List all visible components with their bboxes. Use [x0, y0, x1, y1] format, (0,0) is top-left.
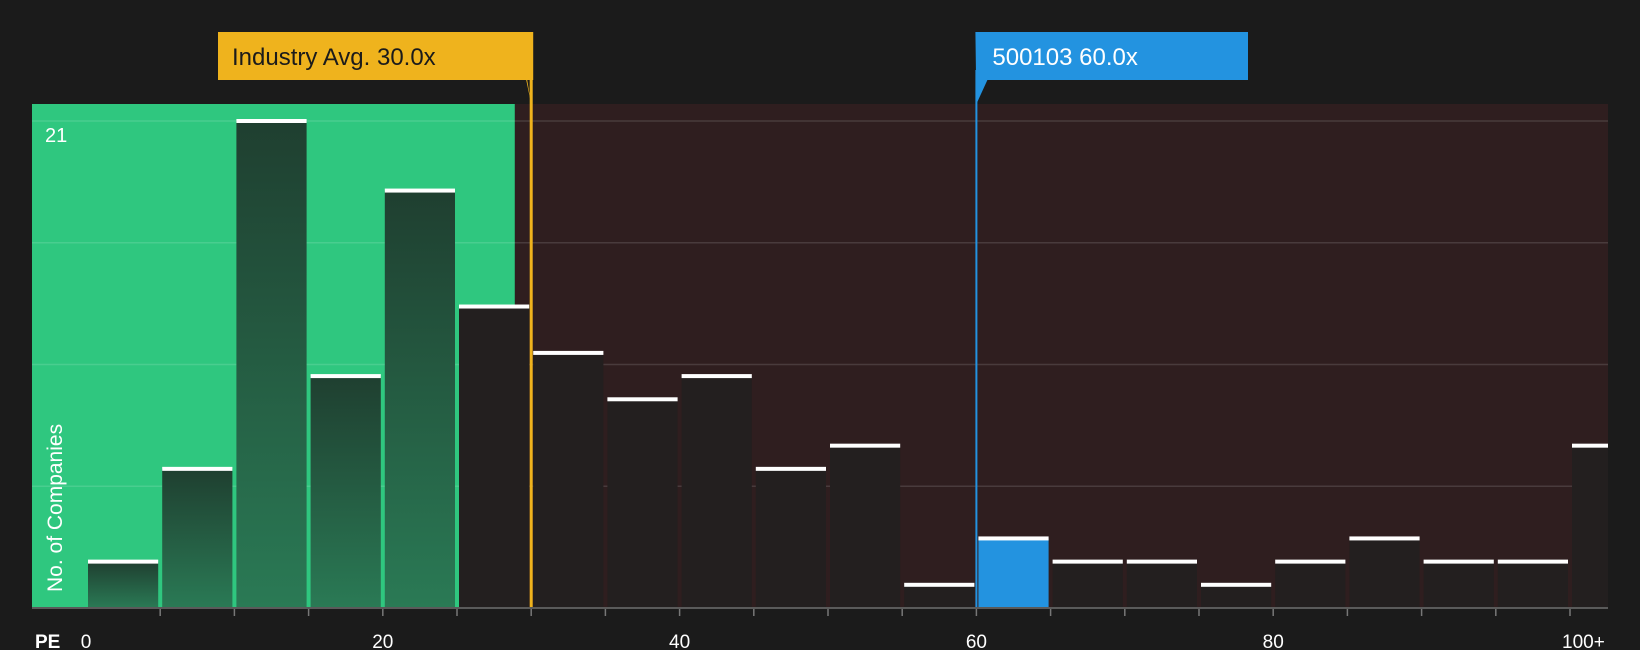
- histogram-bar: [607, 399, 678, 608]
- histogram-bar-cap: [236, 119, 307, 123]
- histogram-bar-cap: [681, 374, 752, 379]
- histogram-bar: [1201, 584, 1272, 608]
- histogram-bar: [1572, 445, 1608, 608]
- histogram-bar: [755, 468, 826, 608]
- histogram-bar-cap: [384, 188, 455, 193]
- histogram-bar: [1126, 561, 1197, 608]
- histogram-bar: [978, 538, 1049, 608]
- x-tick-label: 40: [669, 632, 690, 650]
- histogram-bar: [904, 584, 975, 608]
- histogram-bar: [310, 376, 381, 608]
- histogram-bar: [459, 306, 530, 608]
- histogram-bar-cap: [1275, 559, 1346, 564]
- histogram-bar: [830, 445, 901, 608]
- histogram-bar: [1052, 561, 1123, 608]
- histogram-bar-cap: [1201, 582, 1272, 587]
- histogram-bar-cap: [755, 466, 826, 471]
- histogram-bar-cap: [904, 582, 975, 587]
- x-tick-label: 60: [966, 632, 987, 650]
- histogram-bar: [1349, 538, 1420, 608]
- x-tick-label: 80: [1263, 632, 1284, 650]
- x-tick-label: 100+: [1562, 632, 1605, 650]
- histogram-bar-cap: [88, 559, 159, 564]
- histogram-bar-cap: [830, 443, 901, 448]
- histogram-bar: [236, 121, 307, 608]
- x-axis-label: PE: [35, 632, 60, 650]
- histogram-bar-cap: [978, 536, 1049, 541]
- histogram-bar: [384, 190, 455, 609]
- histogram-bar-cap: [607, 397, 678, 402]
- x-tick-label: 0: [81, 632, 92, 650]
- histogram-bar-cap: [459, 304, 530, 309]
- histogram-bar: [1275, 561, 1346, 608]
- histogram-bar-cap: [1349, 536, 1420, 541]
- histogram-bar-cap: [1126, 559, 1197, 564]
- x-tick-label: 20: [372, 632, 393, 650]
- histogram-bar: [1497, 561, 1568, 608]
- histogram-bar-cap: [162, 466, 233, 471]
- above-average-region: [514, 104, 1608, 608]
- pe-histogram-chart: 0 20 40 60 80 100+ Industry Avg. 30.0x 500103 …: [0, 0, 1640, 650]
- y-max-label: 21: [45, 125, 67, 147]
- histogram-bar-cap: [310, 374, 381, 379]
- industry-average-label: Industry Avg. 30.0x: [232, 44, 436, 71]
- histogram-bar-cap: [1497, 559, 1568, 564]
- histogram-bar-cap: [1052, 559, 1123, 564]
- histogram-bar: [533, 352, 604, 608]
- histogram-bar: [162, 468, 233, 608]
- histogram-bar: [1423, 561, 1494, 608]
- histogram-bar: [681, 376, 752, 608]
- y-axis-label: No. of Companies: [44, 424, 67, 592]
- histogram-bar-cap: [533, 350, 604, 355]
- company-pe-label: 500103 60.0x: [992, 44, 1137, 71]
- histogram-bar: [88, 561, 159, 608]
- histogram-bar-cap: [1572, 443, 1608, 448]
- histogram-bar-cap: [1423, 559, 1494, 564]
